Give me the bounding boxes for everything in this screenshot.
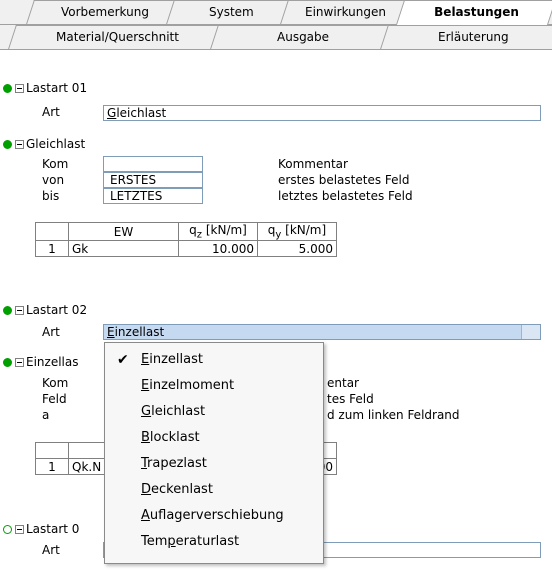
menu-label-pre: Tem bbox=[141, 534, 168, 549]
art-label: Art bbox=[42, 105, 60, 119]
bis-field[interactable]: LETZTES bbox=[103, 188, 203, 204]
menu-label: rapezlast bbox=[147, 456, 207, 471]
menu-label: leichlast bbox=[151, 404, 206, 419]
bis-desc: letztes belastetes Feld bbox=[278, 189, 413, 203]
collapse-icon[interactable] bbox=[15, 140, 24, 149]
menu-accel: D bbox=[141, 482, 152, 497]
table-cell: 1 bbox=[35, 240, 69, 258]
tab-einwirkungen[interactable]: Einwirkungen bbox=[280, 0, 410, 24]
art-rest: inzellast bbox=[114, 325, 165, 339]
table-header-row: EW qz [kN/m] qy [kN/m] bbox=[35, 221, 337, 242]
status-dot-icon bbox=[3, 306, 12, 315]
menu-label: eckenlast bbox=[151, 482, 213, 497]
menu-label: inzelmoment bbox=[149, 378, 235, 393]
table-cell[interactable]: 10.000 bbox=[178, 240, 258, 258]
art-field-lastart02[interactable]: Einzellast bbox=[103, 324, 541, 340]
table-header-cell bbox=[35, 442, 69, 459]
table-header-cell: qz [kN/m] bbox=[178, 221, 258, 242]
menu-label: inzellast bbox=[149, 352, 203, 367]
menu-accel: B bbox=[141, 430, 150, 445]
table-header-cell: EW bbox=[68, 221, 179, 242]
menu-accel: p bbox=[167, 534, 176, 549]
tab-vorbemerkung[interactable]: Vorbemerkung bbox=[26, 0, 184, 24]
von-label: von bbox=[42, 173, 65, 187]
tab-label: Belastungen bbox=[433, 5, 519, 19]
tab-label: Einwirkungen bbox=[304, 5, 386, 19]
gleichlast-table: EW qz [kN/m] qy [kN/m] 1 Gk 10.000 5.000 bbox=[35, 221, 337, 258]
art-first: G bbox=[107, 106, 117, 120]
menu-item-blocklast[interactable]: Blocklast bbox=[105, 425, 323, 451]
menu-item-trapezlast[interactable]: Trapezlast bbox=[105, 451, 323, 477]
kom-field[interactable] bbox=[103, 156, 203, 172]
art-label: Art bbox=[42, 543, 60, 557]
menu-accel: G bbox=[141, 404, 152, 419]
section-header-gleichlast: Gleichlast bbox=[26, 137, 86, 151]
table-cell[interactable]: 5.000 bbox=[257, 240, 337, 258]
a-label: a bbox=[42, 408, 50, 422]
status-dot-icon bbox=[3, 140, 12, 149]
collapse-icon[interactable] bbox=[15, 306, 24, 315]
menu-item-einzelmoment[interactable]: Einzelmoment bbox=[105, 373, 323, 399]
tab-label: Erläuterung bbox=[437, 30, 509, 44]
kom-label: Kom bbox=[42, 376, 69, 390]
bis-label: bis bbox=[42, 189, 60, 203]
content-top-gap bbox=[0, 50, 552, 72]
status-dot-icon bbox=[3, 358, 12, 367]
section-header-lastart01: Lastart 01 bbox=[26, 81, 88, 95]
menu-item-temperaturlast[interactable]: Temperaturlast bbox=[105, 529, 323, 555]
status-dot-icon bbox=[3, 525, 12, 534]
von-desc: erstes belastetes Feld bbox=[278, 173, 410, 187]
menu-item-einzellast[interactable]: ✔ Einzellast bbox=[105, 347, 323, 373]
art-field-lastart01[interactable]: Gleichlast bbox=[103, 105, 541, 121]
checkmark-icon: ✔ bbox=[117, 352, 129, 368]
window: Vorbemerkung System Einwirkungen Belastu… bbox=[0, 0, 552, 578]
tab-system[interactable]: System bbox=[166, 0, 296, 24]
tab-belastungen[interactable]: Belastungen bbox=[395, 0, 552, 25]
tab-ausgabe[interactable]: Ausgabe bbox=[210, 25, 396, 49]
art-dropdown-menu: ✔ Einzellast Einzelmoment Gleichlast Bloc… bbox=[104, 342, 324, 564]
menu-label: locklast bbox=[149, 430, 200, 445]
feld-label: Feld bbox=[42, 392, 67, 406]
art-first: E bbox=[107, 325, 115, 339]
menu-item-auflagerverschiebung[interactable]: Auflagerverschiebung bbox=[105, 503, 323, 529]
menu-accel: A bbox=[141, 508, 150, 523]
tab-label: Vorbemerkung bbox=[61, 5, 149, 19]
menu-item-deckenlast[interactable]: Deckenlast bbox=[105, 477, 323, 503]
table-cell: 1 bbox=[35, 458, 69, 475]
table-header-cell bbox=[35, 221, 69, 242]
section-header-lastart03: Lastart 0 bbox=[26, 522, 80, 536]
table-row[interactable]: 1 Gk 10.000 5.000 bbox=[35, 240, 337, 258]
von-field[interactable]: ERSTES bbox=[103, 172, 203, 188]
tab-label: Ausgabe bbox=[276, 30, 330, 44]
tab-label: Material/Querschnitt bbox=[55, 30, 179, 44]
tab-erlaeuterung[interactable]: Erläuterung bbox=[380, 25, 552, 49]
art-label: Art bbox=[42, 325, 60, 339]
kom-desc: Kommentar bbox=[278, 157, 348, 171]
kom-desc: entar bbox=[327, 376, 359, 390]
tab-label: System bbox=[208, 5, 254, 19]
kom-label: Kom bbox=[42, 157, 69, 171]
menu-accel: E bbox=[141, 352, 150, 367]
collapse-icon[interactable] bbox=[15, 358, 24, 367]
collapse-icon[interactable] bbox=[15, 84, 24, 93]
menu-label: uflagerverschiebung bbox=[149, 508, 284, 523]
menu-accel: E bbox=[141, 378, 150, 393]
feld-desc: tes Feld bbox=[327, 392, 374, 406]
a-desc: d zum linken Feldrand bbox=[327, 408, 460, 422]
table-header-cell: qy [kN/m] bbox=[257, 221, 337, 242]
menu-item-gleichlast[interactable]: Gleichlast bbox=[105, 399, 323, 425]
art-rest: leichlast bbox=[116, 106, 167, 120]
status-dot-icon bbox=[3, 84, 12, 93]
section-header-einzellast: Einzellas bbox=[26, 355, 79, 369]
menu-label: eraturlast bbox=[175, 534, 240, 549]
tab-row-1: Vorbemerkung System Einwirkungen Belastu… bbox=[0, 0, 552, 25]
table-cell[interactable]: Gk bbox=[68, 240, 179, 258]
dropdown-toggle[interactable] bbox=[521, 325, 540, 339]
section-header-lastart02: Lastart 02 bbox=[26, 303, 88, 317]
collapse-icon[interactable] bbox=[15, 525, 24, 534]
tab-row-2: Material/Querschnitt Ausgabe Erläuterung bbox=[0, 25, 552, 49]
tab-material-querschnitt[interactable]: Material/Querschnitt bbox=[8, 25, 226, 49]
